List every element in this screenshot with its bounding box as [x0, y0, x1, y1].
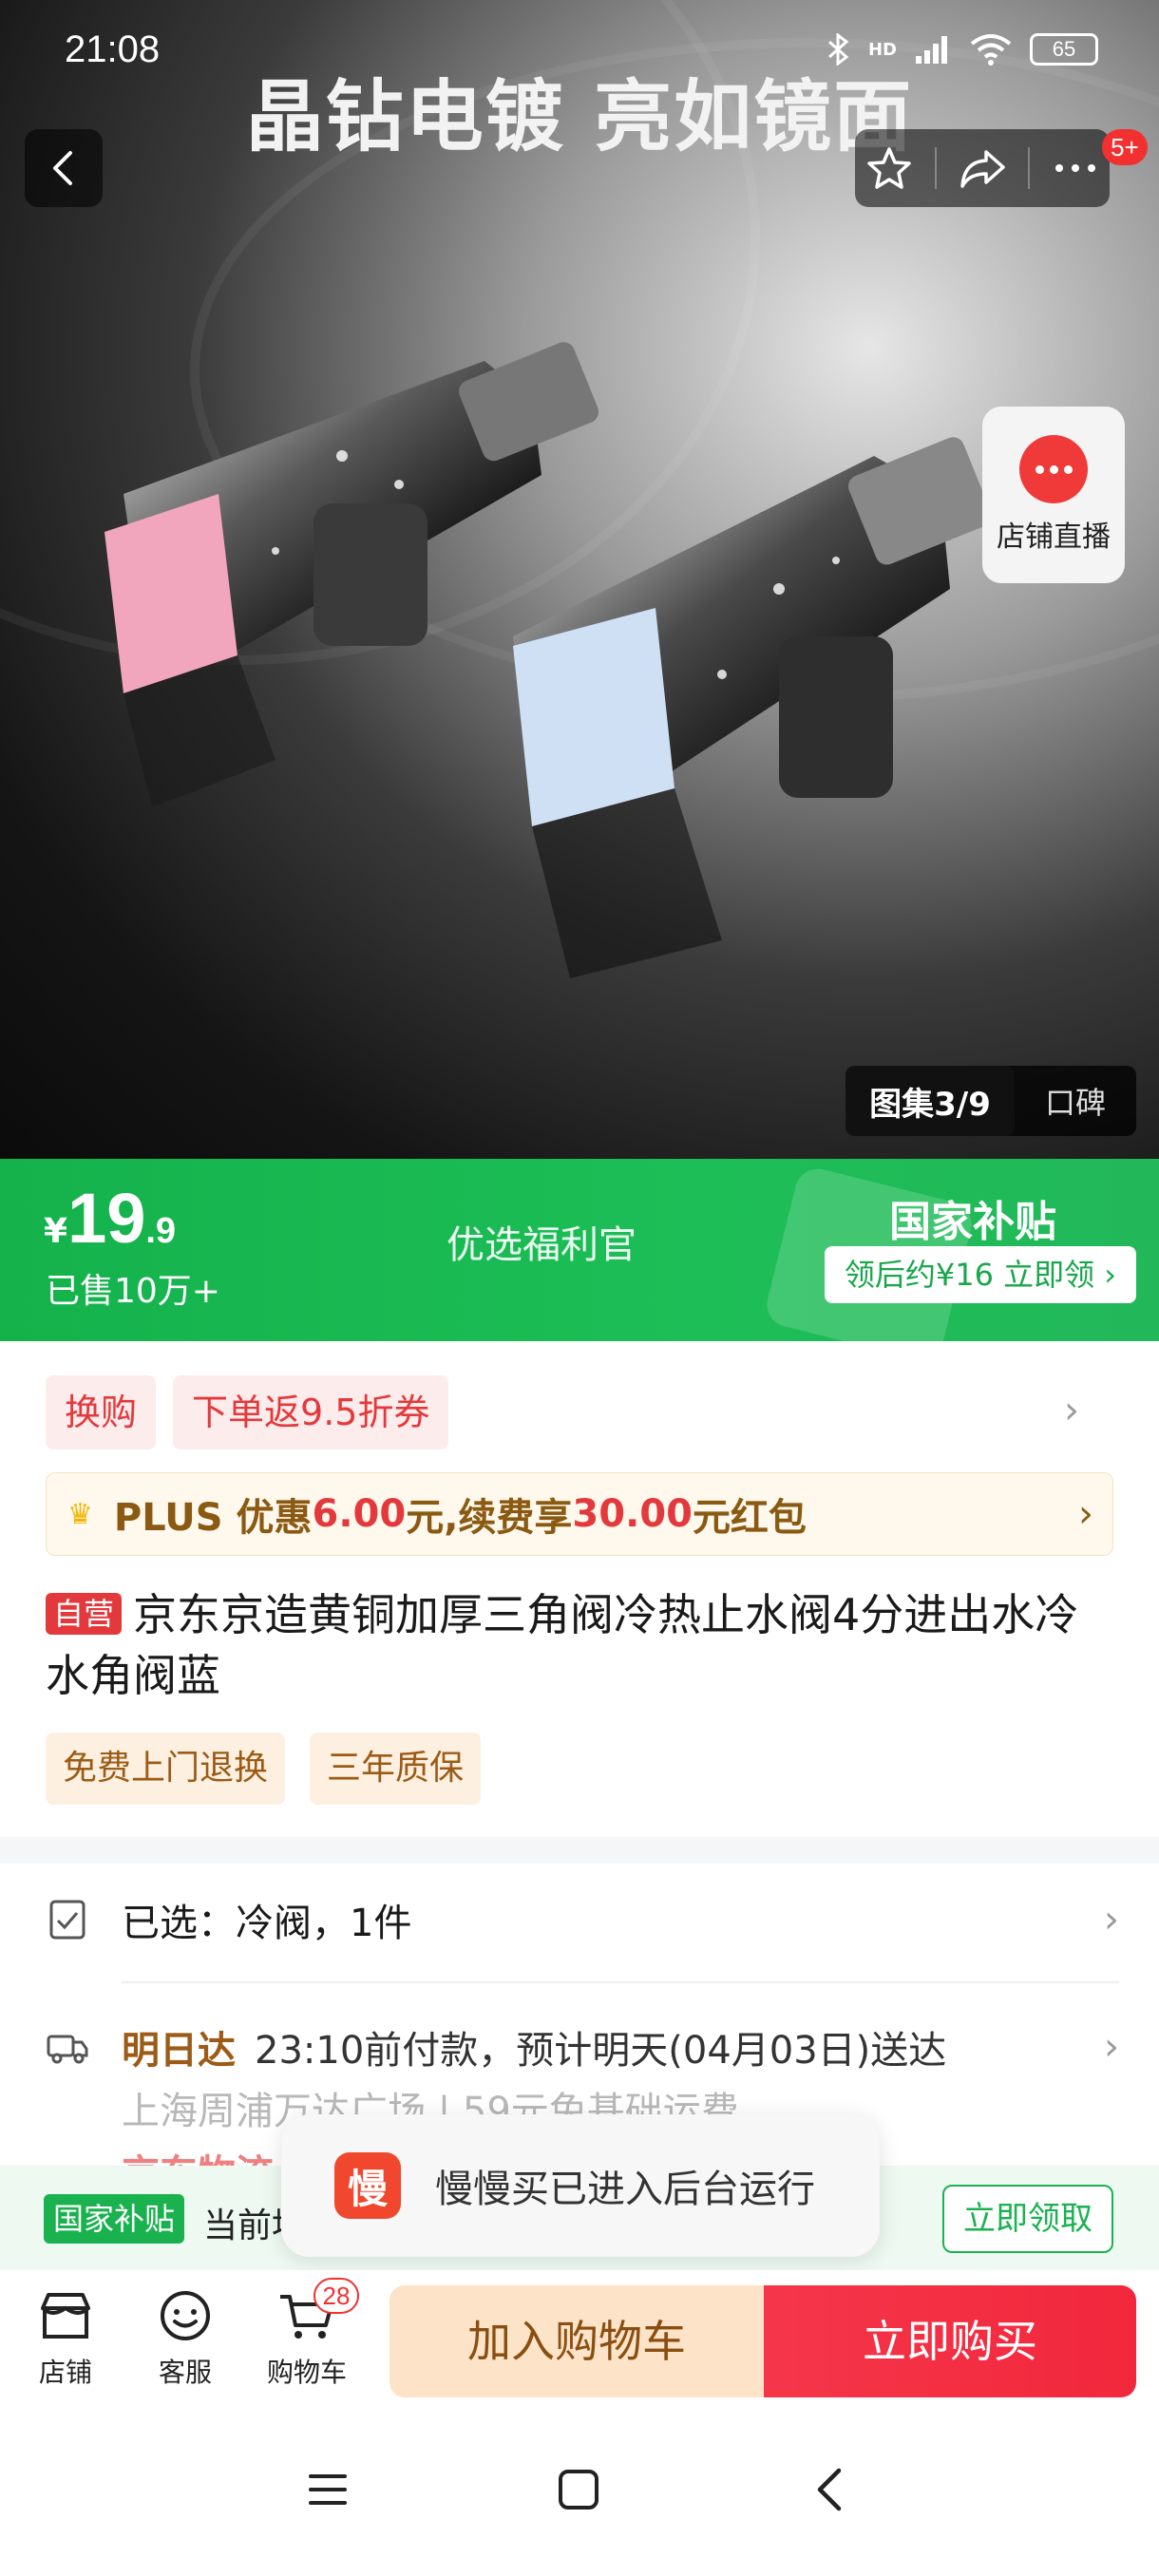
live-label: 店铺直播 — [997, 521, 1111, 554]
delivery-row[interactable]: 明日达 23:10前付款，预计明天(04月03日)送达 › — [46, 2019, 1119, 2074]
price-band: ¥ 19 .9 已售10万+ 优选福利官 国家补贴 领后约¥16 立即领 › — [0, 1159, 1159, 1341]
shop-live-button[interactable]: 店铺直播 — [982, 407, 1125, 583]
tab-cart-label: 购物车 — [266, 2357, 347, 2388]
product-title-text: 京东京造黄铜加厚三角阀冷热止水阀4分进出水冷水角阀蓝 — [46, 1589, 1079, 1701]
selected-spec-text: 已选：冷阀，1件 — [122, 1902, 412, 1945]
currency-symbol: ¥ — [44, 1212, 68, 1251]
chat-smile-icon — [161, 2291, 210, 2340]
next-day-badge: 明日达 — [122, 2029, 236, 2073]
plus-redpacket-value: 30.00 — [572, 1492, 693, 1536]
plus-promo-bar[interactable]: ♛ PLUS 优惠 6.00 元,续费享 30.00 元红包 › — [46, 1472, 1113, 1556]
tab-customer-service[interactable]: 客服 — [133, 2289, 238, 2390]
app-icon: 慢 — [334, 2152, 401, 2219]
background-running-toast: 慢 慢慢买已进入后台运行 — [281, 2114, 880, 2257]
gallery-switch: 图集3/9 口碑 — [846, 1066, 1136, 1136]
price: ¥ 19 .9 — [44, 1178, 176, 1259]
network-type: HD — [867, 39, 897, 60]
status-icons: HD 65 — [826, 32, 1098, 66]
back-arrow-icon — [817, 2468, 842, 2511]
home-nav-button[interactable] — [536, 2456, 621, 2523]
service-tags: 免费上门退换 三年质保 — [46, 1733, 482, 1805]
tab-cart[interactable]: 购物车 28 — [255, 2278, 359, 2390]
plus-text-3: 元红包 — [692, 1496, 807, 1540]
coupon-tag: 下单返9.5折券 — [173, 1375, 449, 1449]
tab-shop[interactable]: 店铺 — [13, 2289, 118, 2390]
service-tag: 免费上门退换 — [46, 1733, 286, 1805]
tab-shop-label: 店铺 — [38, 2357, 92, 2388]
bluetooth-icon — [827, 33, 849, 66]
welfare-tag: 优选福利官 — [446, 1223, 636, 1267]
share-icon[interactable] — [958, 144, 1007, 192]
claim-subsidy-button[interactable]: 领后约¥16 立即领 › — [825, 1246, 1136, 1303]
menu-icon — [309, 2474, 347, 2505]
section-gap — [0, 1837, 1159, 1864]
divider — [1028, 147, 1031, 189]
selected-spec-row[interactable]: 已选：冷阀，1件 › — [46, 1892, 1119, 1947]
truck-icon — [47, 2035, 88, 2064]
status-bar: 21:08 HD 65 — [0, 0, 1159, 104]
back-button[interactable] — [25, 129, 103, 207]
product-title: 自营 京东京造黄铜加厚三角阀冷热止水阀4分进出水冷水角阀蓝 — [46, 1584, 1119, 1706]
back-nav-button[interactable] — [787, 2456, 872, 2523]
message-badge: 5+ — [1102, 129, 1148, 165]
subsidy-title: 国家补贴 — [889, 1198, 1056, 1246]
signal-icon — [916, 36, 947, 64]
toast-text: 慢慢买已进入后台运行 — [435, 2168, 815, 2211]
live-icon — [1019, 435, 1088, 503]
wifi-icon — [970, 34, 1012, 66]
tab-gallery[interactable]: 图集3/9 — [846, 1066, 1015, 1136]
chevron-right-icon: › — [1078, 1492, 1093, 1536]
tab-reviews[interactable]: 口碑 — [1015, 1079, 1136, 1123]
service-tag: 三年质保 — [310, 1733, 482, 1805]
status-time: 21:08 — [65, 28, 161, 70]
bottom-action-bar: 店铺 客服 购物车 28 加入购物车 立即购买 — [0, 2270, 1159, 2403]
tab-service-label: 客服 — [158, 2357, 212, 2388]
shop-icon — [41, 2293, 90, 2339]
delivery-text: 23:10前付款，预计明天(04月03日)送达 — [255, 2029, 947, 2073]
claim-now-button[interactable]: 立即领取 — [942, 2185, 1113, 2253]
chevron-left-icon — [53, 151, 72, 185]
add-to-cart-button[interactable]: 加入购物车 — [390, 2285, 764, 2397]
chevron-right-icon: › — [1104, 1898, 1119, 1941]
divider — [122, 1981, 1119, 1983]
plus-discount-value: 6.00 — [312, 1492, 407, 1536]
top-actions — [855, 129, 1110, 207]
subsidy-badge: 国家补贴 — [44, 2194, 185, 2244]
price-decimal: .9 — [145, 1211, 177, 1251]
crown-icon: ♛ — [67, 1497, 93, 1531]
promo-tags[interactable]: 换购 下单返9.5折券 — [46, 1375, 449, 1449]
valve-blue-image — [513, 437, 992, 978]
menu-nav-button[interactable] — [285, 2456, 370, 2523]
home-square-icon — [559, 2470, 598, 2510]
cart-count-badge: 28 — [314, 2278, 359, 2314]
price-integer: 19 — [67, 1179, 146, 1258]
divider — [934, 147, 937, 189]
chevron-right-icon[interactable]: › — [1064, 1389, 1079, 1432]
checklist-icon — [49, 1900, 86, 1940]
battery-indicator: 65 — [1030, 33, 1098, 66]
chevron-right-icon: › — [1104, 2025, 1119, 2069]
system-navigation-bar — [0, 2403, 1159, 2576]
plus-text-1: PLUS 优惠 — [113, 1496, 313, 1540]
star-favorite-icon[interactable] — [865, 144, 913, 192]
product-image-carousel[interactable]: 晶钻电镀 亮如镜面 21:08 HD 65 5+ 店铺直播 图集3/9 口碑 — [0, 0, 1159, 1159]
buy-now-button[interactable]: 立即购买 — [764, 2285, 1136, 2397]
self-operated-badge: 自营 — [46, 1593, 123, 1635]
plus-text-2: 元,续费享 — [406, 1496, 573, 1540]
more-icon[interactable] — [1052, 159, 1099, 178]
sold-count: 已售10万+ — [46, 1272, 220, 1311]
trade-in-tag: 换购 — [46, 1375, 157, 1449]
